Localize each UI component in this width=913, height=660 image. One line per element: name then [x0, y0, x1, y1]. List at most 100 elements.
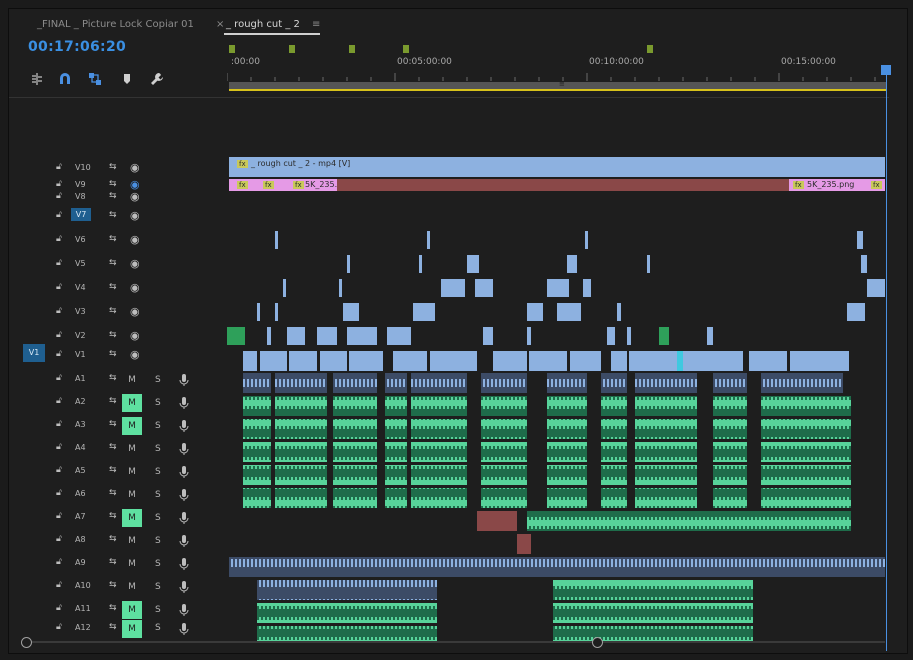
mute-button[interactable]: M [122, 555, 142, 573]
ruler-marker[interactable] [289, 45, 295, 53]
sync-lock-icon[interactable]: ⇆ [109, 179, 117, 189]
mute-button-on[interactable]: M [122, 417, 142, 435]
tab-rough-cut[interactable]: _ rough cut _ 2 [226, 19, 300, 30]
solo-button[interactable]: S [155, 375, 161, 385]
lock-icon[interactable]: 🔓︎ [56, 580, 62, 590]
mic-icon[interactable] [179, 373, 189, 387]
sync-lock-icon[interactable]: ⇆ [109, 210, 117, 220]
track-label[interactable]: V5 [75, 259, 86, 268]
lock-icon[interactable]: 🔓︎ [56, 210, 62, 220]
mic-icon[interactable] [179, 580, 189, 594]
solo-button[interactable]: S [155, 536, 161, 546]
track-label[interactable]: V1 [75, 350, 86, 359]
lock-icon[interactable]: 🔓︎ [56, 234, 62, 244]
sync-lock-icon[interactable]: ⇆ [109, 330, 117, 340]
image-clip[interactable]: fx fx [229, 179, 291, 191]
mute-button[interactable]: M [122, 486, 142, 504]
track-label[interactable]: A1 [75, 374, 86, 383]
sync-lock-icon[interactable]: ⇆ [109, 580, 117, 590]
sync-lock-icon[interactable]: ⇆ [109, 396, 117, 406]
lock-icon[interactable]: 🔓︎ [56, 191, 62, 201]
sync-lock-icon[interactable]: ⇆ [109, 557, 117, 567]
sync-lock-icon[interactable]: ⇆ [109, 534, 117, 544]
tab-close-icon[interactable]: × [216, 19, 224, 30]
snap-magnet-icon[interactable] [57, 71, 73, 87]
scroll-track[interactable] [25, 641, 885, 643]
work-area-grip[interactable]: ≡ [559, 80, 565, 88]
eye-icon[interactable]: ◉ [130, 233, 140, 246]
lock-icon[interactable]: 🔓︎ [56, 162, 62, 172]
lock-icon[interactable]: 🔓︎ [56, 442, 62, 452]
mic-icon[interactable] [179, 603, 189, 617]
image-clip-sequence[interactable] [337, 179, 789, 191]
ruler-marker[interactable] [403, 45, 409, 53]
solo-button[interactable]: S [155, 421, 161, 431]
mute-button[interactable]: M [122, 578, 142, 596]
track-label[interactable]: A2 [75, 397, 86, 406]
lock-icon[interactable]: 🔓︎ [56, 306, 62, 316]
track-label[interactable]: V2 [75, 331, 86, 340]
ruler-marker[interactable] [647, 45, 653, 53]
track-label[interactable]: V6 [75, 235, 86, 244]
mute-button-on[interactable]: M [122, 509, 142, 527]
track-target-v7[interactable]: V7 [71, 208, 91, 221]
ruler-marker[interactable] [349, 45, 355, 53]
lock-icon[interactable]: 🔓︎ [56, 511, 62, 521]
mute-button[interactable]: M [122, 532, 142, 550]
ruler-marker[interactable] [229, 45, 235, 53]
lock-icon[interactable]: 🔓︎ [56, 282, 62, 292]
solo-button[interactable]: S [155, 623, 161, 633]
mute-button[interactable]: M [122, 371, 142, 389]
lock-icon[interactable]: 🔓︎ [56, 258, 62, 268]
eye-icon[interactable]: ◉ [130, 281, 140, 294]
wrench-settings-icon[interactable] [149, 71, 165, 87]
lock-icon[interactable]: 🔓︎ [56, 622, 62, 632]
mic-icon[interactable] [179, 622, 189, 636]
lock-icon[interactable]: 🔓︎ [56, 179, 62, 189]
mute-button-on[interactable]: M [122, 620, 142, 638]
lock-icon[interactable]: 🔓︎ [56, 465, 62, 475]
track-label[interactable]: A5 [75, 466, 86, 475]
mic-icon[interactable] [179, 511, 189, 525]
track-label[interactable]: A12 [75, 623, 91, 632]
eye-icon[interactable]: ◉ [130, 190, 140, 203]
solo-button[interactable]: S [155, 605, 161, 615]
mic-icon[interactable] [179, 396, 189, 410]
track-label[interactable]: V3 [75, 307, 86, 316]
lock-icon[interactable]: 🔓︎ [56, 557, 62, 567]
mute-button-on[interactable]: M [122, 394, 142, 412]
eye-icon[interactable]: ◉ [130, 209, 140, 222]
sync-lock-icon[interactable]: ⇆ [109, 442, 117, 452]
tab-final-picture-lock[interactable]: _FINAL _ Picture Lock Copiar 01 [37, 19, 194, 30]
track-label[interactable]: A3 [75, 420, 86, 429]
solo-button[interactable]: S [155, 444, 161, 454]
image-clip[interactable]: fx 5K_235.png [291, 179, 352, 191]
source-patch-v1[interactable]: V1 [23, 344, 45, 362]
mute-button[interactable]: M [122, 440, 142, 458]
lock-icon[interactable]: 🔓︎ [56, 534, 62, 544]
lock-icon[interactable]: 🔓︎ [56, 349, 62, 359]
sync-lock-icon[interactable]: ⇆ [109, 234, 117, 244]
panel-menu-icon[interactable]: ≡ [312, 19, 320, 30]
solo-button[interactable]: S [155, 582, 161, 592]
lock-icon[interactable]: 🔓︎ [56, 373, 62, 383]
add-marker-icon[interactable] [119, 71, 135, 87]
solo-button[interactable]: S [155, 467, 161, 477]
track-label[interactable]: A8 [75, 535, 86, 544]
mic-icon[interactable] [179, 534, 189, 548]
sync-lock-icon[interactable]: ⇆ [109, 603, 117, 613]
mic-icon[interactable] [179, 442, 189, 456]
lock-icon[interactable]: 🔓︎ [56, 488, 62, 498]
track-label[interactable]: V8 [75, 192, 86, 201]
mic-icon[interactable] [179, 419, 189, 433]
sync-lock-icon[interactable]: ⇆ [109, 306, 117, 316]
eye-icon[interactable]: ◉ [130, 305, 140, 318]
playhead-timecode[interactable]: 00:17:06:20 [28, 39, 126, 55]
track-label[interactable]: A10 [75, 581, 91, 590]
solo-button[interactable]: S [155, 398, 161, 408]
track-label[interactable]: V4 [75, 283, 86, 292]
sync-lock-icon[interactable]: ⇆ [109, 282, 117, 292]
mute-button[interactable]: M [122, 463, 142, 481]
track-label[interactable]: A7 [75, 512, 86, 521]
sync-lock-icon[interactable]: ⇆ [109, 191, 117, 201]
